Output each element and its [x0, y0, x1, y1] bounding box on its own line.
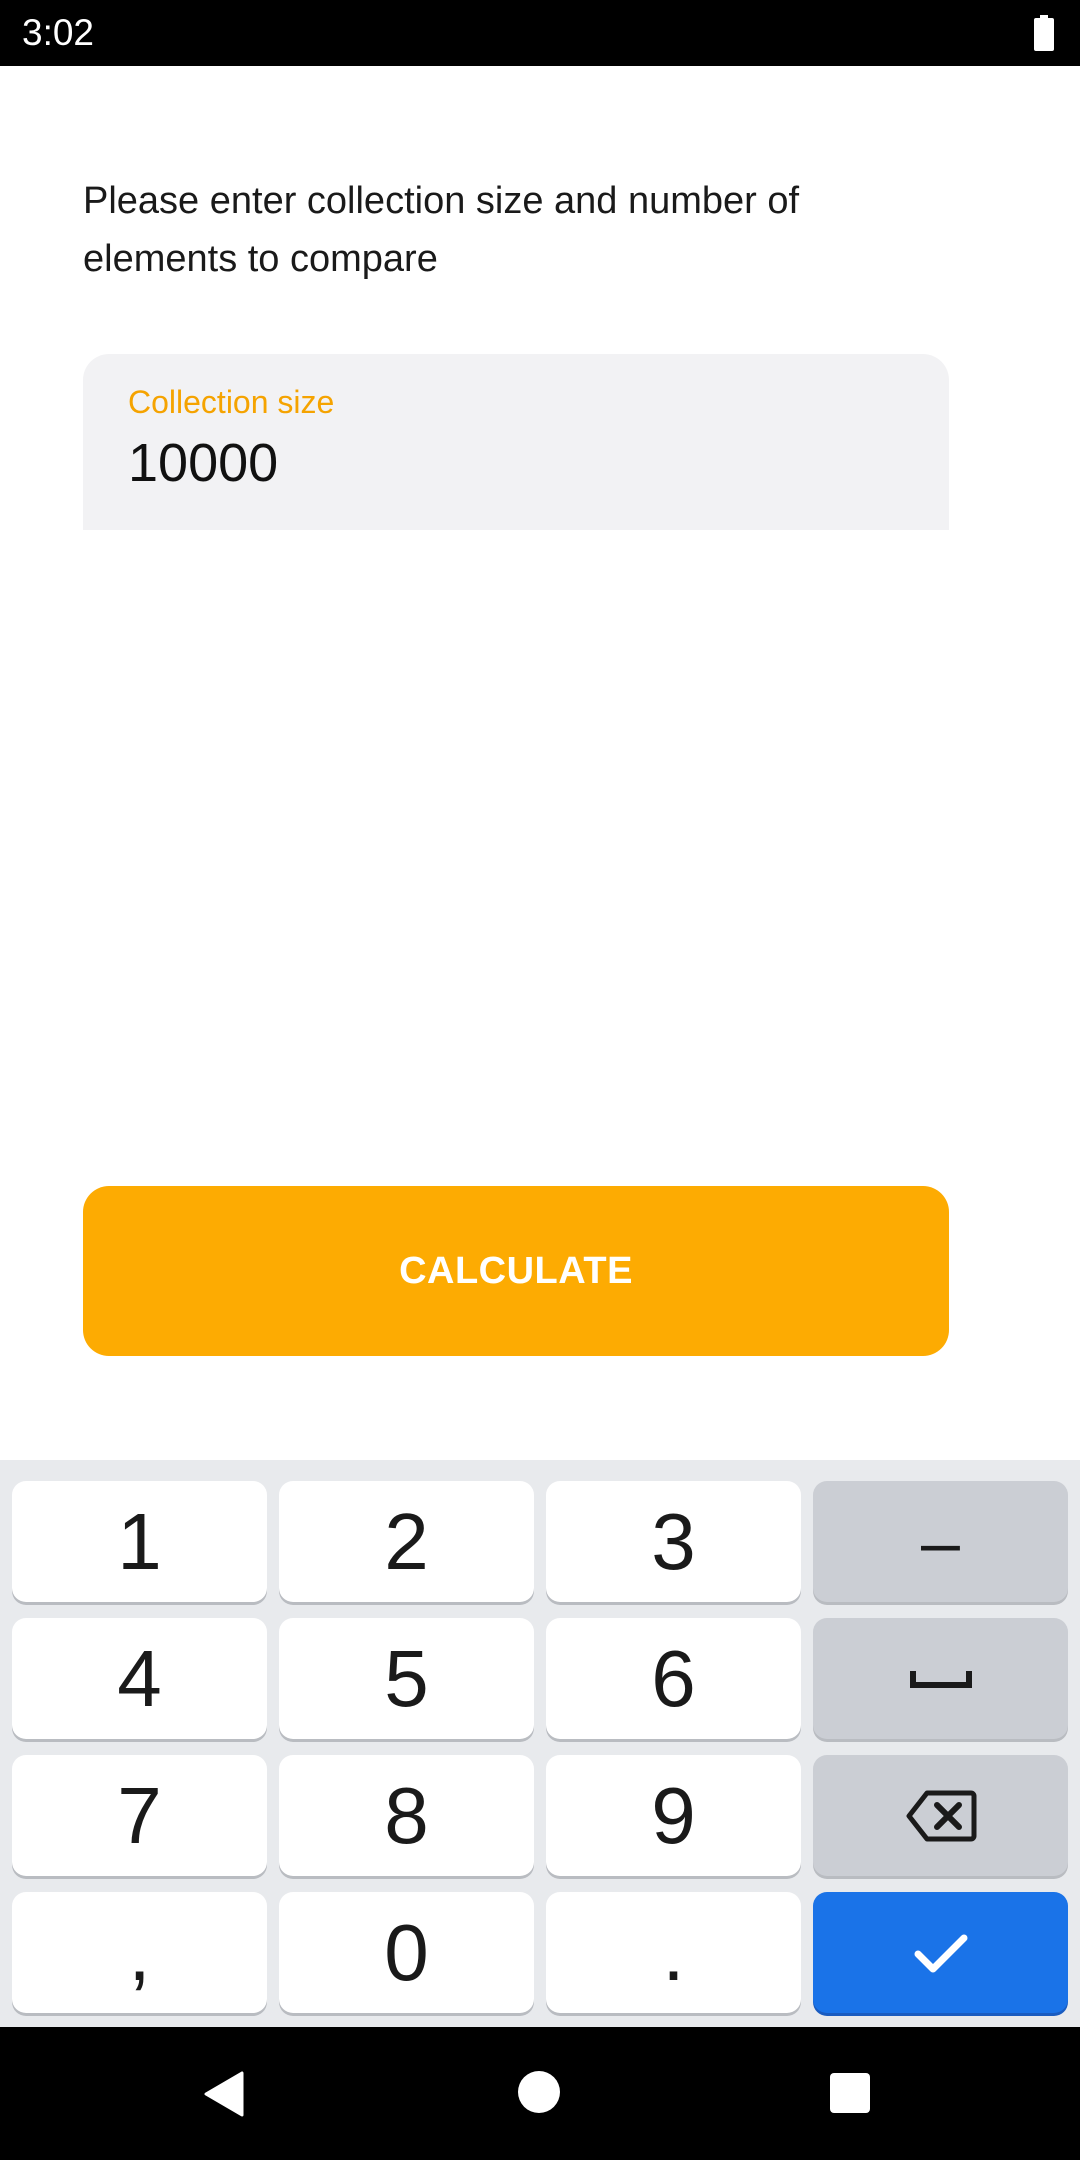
collection-size-label: Collection size: [128, 384, 335, 420]
numeric-keyboard: 1 2 3 – 4 5 6 7 8 9 , 0 .: [0, 1460, 1080, 2027]
key-2[interactable]: 2: [279, 1481, 534, 1602]
home-circle-icon[interactable]: [518, 2071, 560, 2113]
calculate-button[interactable]: CALCULATE: [83, 1186, 949, 1356]
key-minus[interactable]: –: [813, 1481, 1068, 1602]
status-bar: 3:02: [0, 0, 1080, 66]
key-7[interactable]: 7: [12, 1755, 267, 1876]
key-4[interactable]: 4: [12, 1618, 267, 1739]
collection-size-value[interactable]: 10000: [128, 428, 278, 498]
back-triangle-icon[interactable]: [202, 2071, 246, 2117]
key-comma[interactable]: ,: [12, 1892, 267, 2013]
space-bar-icon: [909, 1670, 972, 1688]
key-9[interactable]: 9: [546, 1755, 801, 1876]
battery-full-icon: [1034, 15, 1054, 51]
key-1[interactable]: 1: [12, 1481, 267, 1602]
backspace-icon: [906, 1790, 976, 1841]
status-time: 3:02: [22, 12, 95, 53]
key-6[interactable]: 6: [546, 1618, 801, 1739]
key-period[interactable]: .: [546, 1892, 801, 2013]
key-space[interactable]: [813, 1618, 1068, 1739]
instructions-text: Please enter collection size and number …: [83, 180, 800, 280]
key-minus-label: –: [921, 1502, 960, 1581]
key-3[interactable]: 3: [546, 1481, 801, 1602]
field-underline: [83, 528, 949, 530]
key-5[interactable]: 5: [279, 1618, 534, 1739]
checkmark-icon: [914, 1934, 967, 1972]
key-backspace[interactable]: [813, 1755, 1068, 1876]
key-0[interactable]: 0: [279, 1892, 534, 2013]
key-done[interactable]: [813, 1892, 1068, 2013]
collection-size-field[interactable]: Collection size 10000: [83, 354, 949, 530]
navigation-bar: [0, 2027, 1080, 2160]
key-8[interactable]: 8: [279, 1755, 534, 1876]
recents-square-icon[interactable]: [830, 2073, 870, 2113]
